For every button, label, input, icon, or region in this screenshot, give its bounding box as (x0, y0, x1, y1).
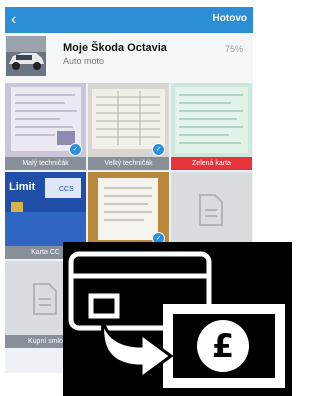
card-photo: Limit CCS (5, 172, 86, 246)
nav-bar: ‹ Hotovo (5, 7, 253, 33)
document-tile[interactable]: ✓ Velký techničák (88, 83, 169, 170)
document-group-header[interactable]: Moje Škoda Octavia Auto moto 75% (5, 33, 253, 84)
group-title: Moje Škoda Octavia (63, 42, 167, 54)
svg-text:£: £ (212, 327, 234, 365)
completion-percent: 75% (224, 44, 243, 54)
document-tile[interactable]: Zelená karta (171, 83, 252, 170)
group-subtitle: Auto moto (63, 56, 105, 66)
checkmark-icon: ✓ (69, 143, 82, 156)
tile-label: Malý techničák (5, 157, 86, 170)
tile-label: Zelená karta (171, 157, 252, 170)
done-button[interactable]: Hotovo (213, 13, 247, 24)
svg-text:Limit: Limit (9, 181, 36, 193)
document-tile[interactable]: ✓ Malý techničák (5, 83, 86, 170)
chevron-left-icon[interactable]: ‹ (11, 11, 16, 29)
card-to-pound-payment-icon: £ (63, 242, 292, 396)
svg-text:CCS: CCS (59, 186, 74, 193)
document-placeholder-icon (199, 194, 223, 226)
checkmark-icon: ✓ (152, 143, 165, 156)
document-photo (171, 83, 252, 157)
car-thumbnail (6, 36, 46, 76)
document-placeholder-icon (33, 283, 57, 315)
tile-label: Velký techničák (88, 157, 169, 170)
